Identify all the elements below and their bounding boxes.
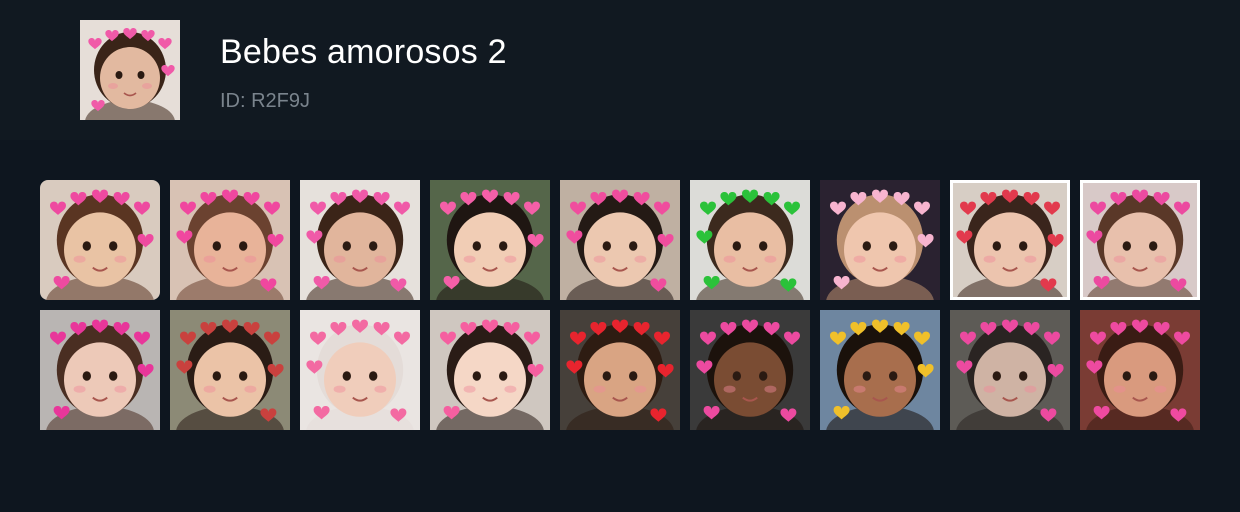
sticker-item[interactable] (560, 180, 680, 300)
sticker-item[interactable] (430, 180, 550, 300)
sticker-item[interactable] (690, 180, 810, 300)
sticker-item[interactable] (1080, 310, 1200, 430)
pack-thumbnail (80, 20, 180, 120)
sticker-item[interactable] (170, 310, 290, 430)
sticker-item[interactable] (170, 180, 290, 300)
sticker-item[interactable] (40, 180, 160, 300)
pack-id: ID: R2F9J (220, 90, 311, 112)
sticker-item[interactable] (300, 180, 420, 300)
pack-header: Bebes amorosos 2 ID: R2F9J (0, 0, 1240, 140)
pack-title: Bebes amorosos 2 (220, 33, 507, 71)
sticker-item[interactable] (820, 180, 940, 300)
sticker-item[interactable] (560, 310, 680, 430)
sticker-item[interactable] (300, 310, 420, 430)
sticker-item[interactable] (820, 310, 940, 430)
sticker-item[interactable] (40, 310, 160, 430)
sticker-grid (40, 180, 1200, 430)
sticker-item[interactable] (1080, 180, 1200, 300)
sticker-item[interactable] (950, 310, 1070, 430)
sticker-item[interactable] (690, 310, 810, 430)
sticker-item[interactable] (950, 180, 1070, 300)
sticker-item[interactable] (430, 310, 550, 430)
